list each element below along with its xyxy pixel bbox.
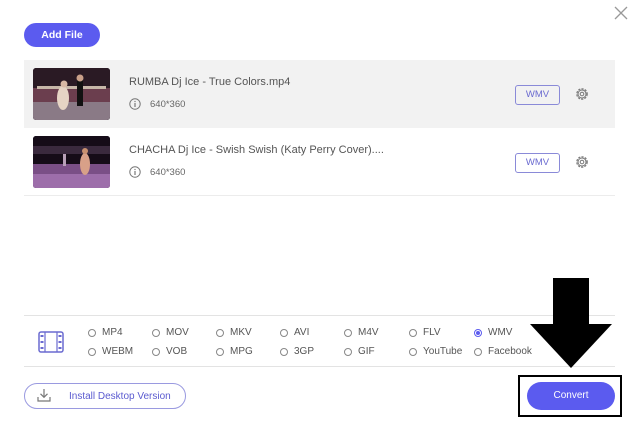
add-file-button[interactable]: Add File [24,23,100,47]
format-option-label: MOV [166,327,189,338]
format-option-label: WEBM [102,346,134,357]
file-name: CHACHA Dj Ice - Swish Swish (Katy Perry … [129,144,384,156]
format-option-avi[interactable]: AVI [280,327,309,338]
format-option-label: WMV [488,327,513,338]
info-icon [129,98,141,110]
arrow-down-icon [530,278,612,368]
convert-button[interactable]: Convert [527,382,615,410]
close-icon[interactable] [612,4,630,22]
format-option-label: MKV [230,327,252,338]
file-name: RUMBA Dj Ice - True Colors.mp4 [129,76,291,88]
format-option-label: 3GP [294,346,315,357]
format-option-3gp[interactable]: 3GP [280,346,314,357]
format-option-mov[interactable]: MOV [152,327,189,338]
gear-icon[interactable] [574,154,590,170]
file-row: CHACHA Dj Ice - Swish Swish (Katy Perry … [24,128,615,196]
format-option-mpg[interactable]: MPG [216,346,253,357]
format-option-facebook[interactable]: Facebook [474,346,532,357]
film-icon [38,331,64,353]
video-thumbnail [33,136,110,188]
install-desktop-label: Install Desktop Version [69,391,171,402]
format-panel: MP4 MOV MKV AVI M4V FLV WMV WEBM VOB MPG… [24,315,615,367]
format-option-mp4[interactable]: MP4 [88,327,123,338]
video-thumbnail [33,68,110,120]
format-option-label: MPG [230,346,253,357]
format-option-wmv[interactable]: WMV [474,327,512,338]
info-icon [129,166,141,178]
format-option-webm[interactable]: WEBM [88,346,133,357]
format-option-youtube[interactable]: YouTube [409,346,462,357]
file-row: RUMBA Dj Ice - True Colors.mp4 640*360 W… [24,60,615,128]
output-format-button[interactable]: WMV [515,85,560,105]
format-option-flv[interactable]: FLV [409,327,441,338]
format-option-label: AVI [294,327,310,338]
format-option-vob[interactable]: VOB [152,346,187,357]
format-option-label: VOB [166,346,188,357]
format-option-m4v[interactable]: M4V [344,327,379,338]
file-resolution: 640*360 [150,98,186,110]
format-option-label: YouTube [423,346,463,357]
format-option-label: MP4 [102,327,123,338]
converter-window: Add File RUMBA Dj Ice - True Colors.mp4 … [0,0,640,433]
format-option-label: M4V [358,327,379,338]
file-resolution: 640*360 [150,166,186,178]
file-info: 640*360 [129,166,185,178]
format-option-mkv[interactable]: MKV [216,327,252,338]
output-format-button[interactable]: WMV [515,153,560,173]
format-option-label: GIF [358,346,375,357]
file-info: 640*360 [129,98,185,110]
download-icon [37,389,51,402]
format-option-label: FLV [423,327,441,338]
gear-icon[interactable] [574,86,590,102]
format-option-gif[interactable]: GIF [344,346,375,357]
format-option-label: Facebook [488,346,532,357]
install-desktop-button[interactable]: Install Desktop Version [24,383,186,409]
